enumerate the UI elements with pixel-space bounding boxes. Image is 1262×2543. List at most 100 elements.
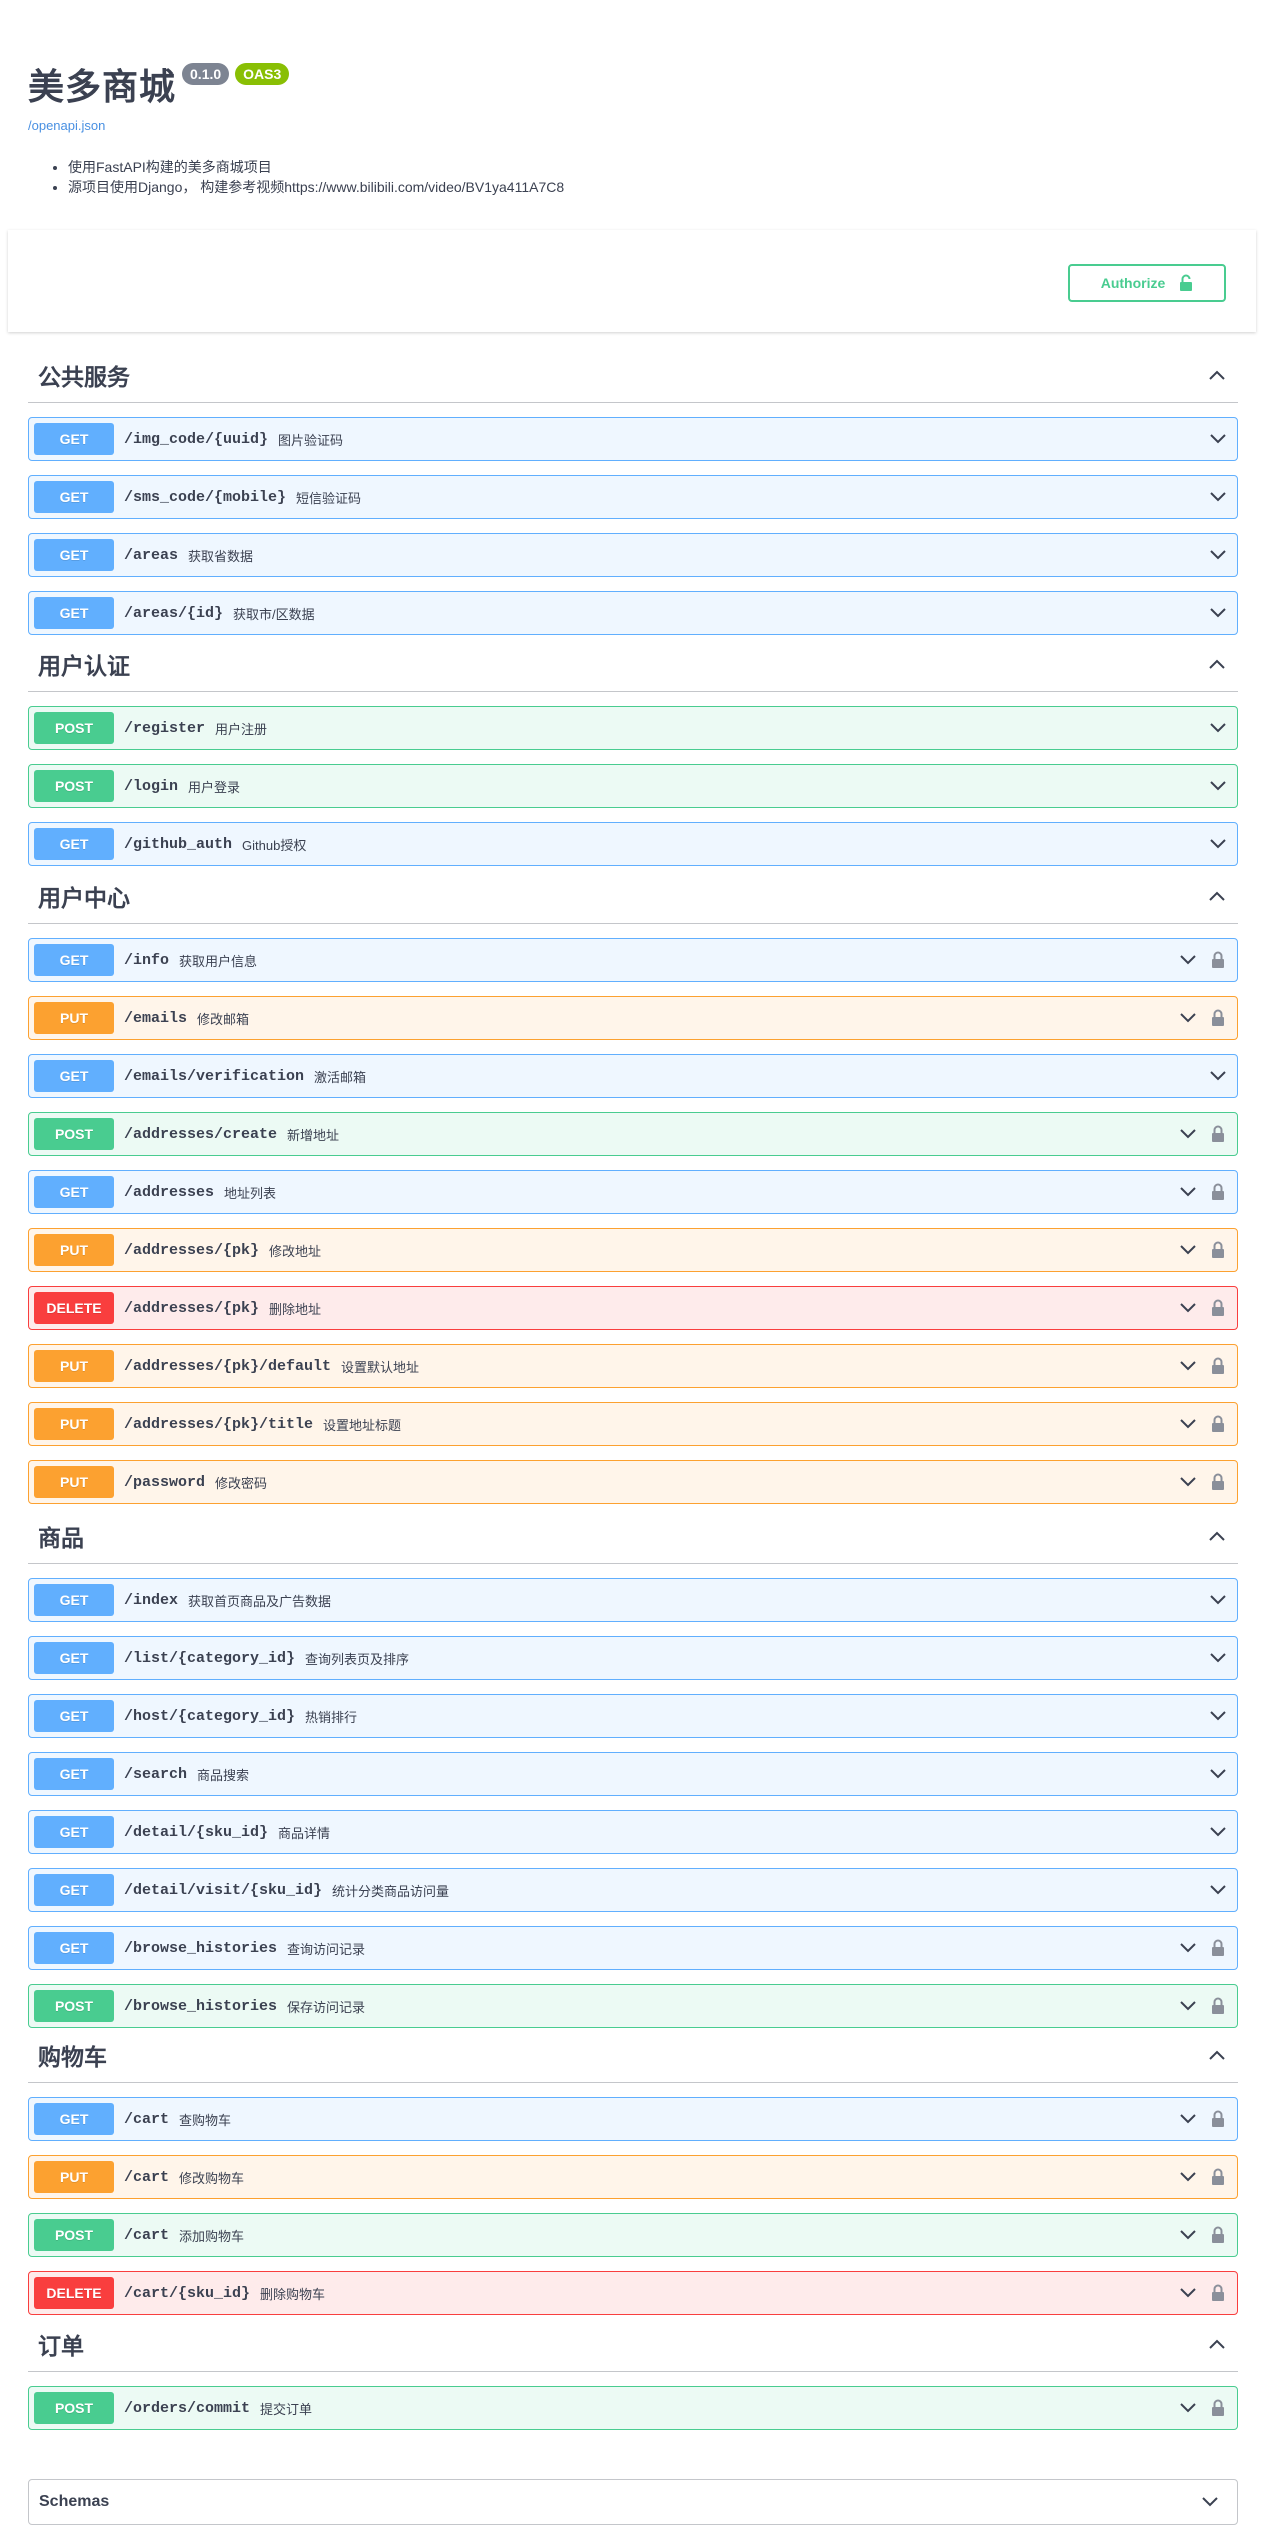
authorization-button[interactable] — [1208, 1414, 1228, 1434]
chevron-down-icon[interactable] — [1209, 1070, 1227, 1082]
operation-put[interactable]: PUT/addresses/{pk}/default 设置默认地址 — [28, 1344, 1238, 1388]
collapse-toggle[interactable] — [1206, 364, 1228, 386]
operation-delete[interactable]: DELETE/cart/{sku_id} 删除购物车 — [28, 2271, 1238, 2315]
chevron-down-icon[interactable] — [1179, 1302, 1197, 1314]
chevron-down-icon[interactable] — [1179, 1012, 1197, 1024]
chevron-down-icon[interactable] — [1179, 1476, 1197, 1488]
authorization-button[interactable] — [1208, 1472, 1228, 1492]
authorization-button[interactable] — [1208, 1240, 1228, 1260]
operation-post[interactable]: POST/addresses/create 新增地址 — [28, 1112, 1238, 1156]
expand-operation-button[interactable] — [1208, 718, 1228, 738]
lock-icon[interactable] — [1211, 1125, 1225, 1143]
expand-operation-button[interactable] — [1178, 1124, 1198, 1144]
chevron-down-icon[interactable] — [1209, 491, 1227, 503]
lock-icon[interactable] — [1211, 1939, 1225, 1957]
operation-get[interactable]: GET/host/{category_id} 热销排行 — [28, 1694, 1238, 1738]
chevron-down-icon[interactable] — [1209, 1884, 1227, 1896]
tag-header[interactable]: 购物车 — [28, 2027, 1238, 2083]
operation-get[interactable]: GET/areas/{id} 获取市/区数据 — [28, 591, 1238, 635]
operation-get[interactable]: GET/areas 获取省数据 — [28, 533, 1238, 577]
lock-icon[interactable] — [1211, 1997, 1225, 2015]
expand-operation-button[interactable] — [1178, 1472, 1198, 1492]
expand-operation-button[interactable] — [1178, 2225, 1198, 2245]
authorization-button[interactable] — [1208, 2398, 1228, 2418]
chevron-up-icon[interactable] — [1208, 369, 1226, 381]
authorization-button[interactable] — [1208, 2109, 1228, 2129]
expand-operation-button[interactable] — [1208, 1764, 1228, 1784]
operation-post[interactable]: POST/browse_histories 保存访问记录 — [28, 1984, 1238, 2028]
chevron-down-icon[interactable] — [1209, 607, 1227, 619]
operation-put[interactable]: PUT/cart 修改购物车 — [28, 2155, 1238, 2199]
operation-get[interactable]: GET/emails/verification 激活邮箱 — [28, 1054, 1238, 1098]
operation-put[interactable]: PUT/emails 修改邮箱 — [28, 996, 1238, 1040]
authorization-button[interactable] — [1208, 2225, 1228, 2245]
chevron-down-icon[interactable] — [1179, 1244, 1197, 1256]
expand-operation-button[interactable] — [1178, 1298, 1198, 1318]
operation-post[interactable]: POST/orders/commit 提交订单 — [28, 2386, 1238, 2430]
chevron-up-icon[interactable] — [1208, 2338, 1226, 2350]
expand-operation-button[interactable] — [1178, 1356, 1198, 1376]
operation-get[interactable]: GET/browse_histories 查询访问记录 — [28, 1926, 1238, 1970]
collapse-toggle[interactable] — [1206, 1525, 1228, 1547]
authorization-button[interactable] — [1208, 1008, 1228, 1028]
authorization-button[interactable] — [1208, 2283, 1228, 2303]
expand-operation-button[interactable] — [1178, 1008, 1198, 1028]
lock-icon[interactable] — [1211, 1415, 1225, 1433]
expand-operation-button[interactable] — [1208, 1066, 1228, 1086]
expand-operation-button[interactable] — [1208, 834, 1228, 854]
operation-post[interactable]: POST/register 用户注册 — [28, 706, 1238, 750]
tag-header[interactable]: 订单 — [28, 2316, 1238, 2372]
expand-operation-button[interactable] — [1178, 2167, 1198, 2187]
lock-icon[interactable] — [1211, 2168, 1225, 2186]
collapse-toggle[interactable] — [1206, 2044, 1228, 2066]
expand-operation-button[interactable] — [1208, 1880, 1228, 1900]
authorization-button[interactable] — [1208, 2167, 1228, 2187]
operation-get[interactable]: GET/cart 查购物车 — [28, 2097, 1238, 2141]
lock-icon[interactable] — [1211, 1299, 1225, 1317]
lock-icon[interactable] — [1211, 1183, 1225, 1201]
authorization-button[interactable] — [1208, 1938, 1228, 1958]
operation-get[interactable]: GET/detail/{sku_id} 商品详情 — [28, 1810, 1238, 1854]
expand-operation-button[interactable] — [1208, 1590, 1228, 1610]
expand-operation-button[interactable] — [1208, 429, 1228, 449]
schemas-section[interactable]: Schemas — [28, 2479, 1238, 2525]
chevron-up-icon[interactable] — [1208, 2049, 1226, 2061]
expand-operation-button[interactable] — [1178, 2283, 1198, 2303]
lock-icon[interactable] — [1211, 1241, 1225, 1259]
tag-header[interactable]: 公共服务 — [28, 347, 1238, 403]
operation-get[interactable]: GET/detail/visit/{sku_id} 统计分类商品访问量 — [28, 1868, 1238, 1912]
operation-get[interactable]: GET/index 获取首页商品及广告数据 — [28, 1578, 1238, 1622]
lock-icon[interactable] — [1211, 2226, 1225, 2244]
chevron-down-icon[interactable] — [1179, 2113, 1197, 2125]
operation-post[interactable]: POST/login 用户登录 — [28, 764, 1238, 808]
lock-icon[interactable] — [1211, 951, 1225, 969]
operation-get[interactable]: GET/addresses 地址列表 — [28, 1170, 1238, 1214]
operation-post[interactable]: POST/cart 添加购物车 — [28, 2213, 1238, 2257]
operation-get[interactable]: GET/sms_code/{mobile} 短信验证码 — [28, 475, 1238, 519]
collapse-toggle[interactable] — [1206, 653, 1228, 675]
chevron-up-icon[interactable] — [1208, 658, 1226, 670]
authorize-button[interactable]: Authorize — [1068, 264, 1226, 302]
chevron-down-icon[interactable] — [1201, 2496, 1219, 2508]
expand-operation-button[interactable] — [1178, 2109, 1198, 2129]
lock-icon[interactable] — [1211, 1009, 1225, 1027]
expand-operation-button[interactable] — [1208, 487, 1228, 507]
lock-icon[interactable] — [1211, 2110, 1225, 2128]
chevron-down-icon[interactable] — [1209, 433, 1227, 445]
tag-header[interactable]: 商品 — [28, 1508, 1238, 1564]
chevron-down-icon[interactable] — [1209, 549, 1227, 561]
authorization-button[interactable] — [1208, 1356, 1228, 1376]
chevron-down-icon[interactable] — [1209, 838, 1227, 850]
chevron-down-icon[interactable] — [1209, 1826, 1227, 1838]
authorization-button[interactable] — [1208, 950, 1228, 970]
chevron-down-icon[interactable] — [1209, 1652, 1227, 1664]
expand-operation-button[interactable] — [1208, 1822, 1228, 1842]
chevron-down-icon[interactable] — [1179, 1942, 1197, 1954]
chevron-down-icon[interactable] — [1179, 2171, 1197, 2183]
openapi-json-link[interactable]: /openapi.json — [28, 118, 1228, 133]
expand-operation-button[interactable] — [1208, 776, 1228, 796]
operation-get[interactable]: GET/info 获取用户信息 — [28, 938, 1238, 982]
chevron-down-icon[interactable] — [1179, 1128, 1197, 1140]
expand-operation-button[interactable] — [1208, 1648, 1228, 1668]
authorization-button[interactable] — [1208, 1996, 1228, 2016]
